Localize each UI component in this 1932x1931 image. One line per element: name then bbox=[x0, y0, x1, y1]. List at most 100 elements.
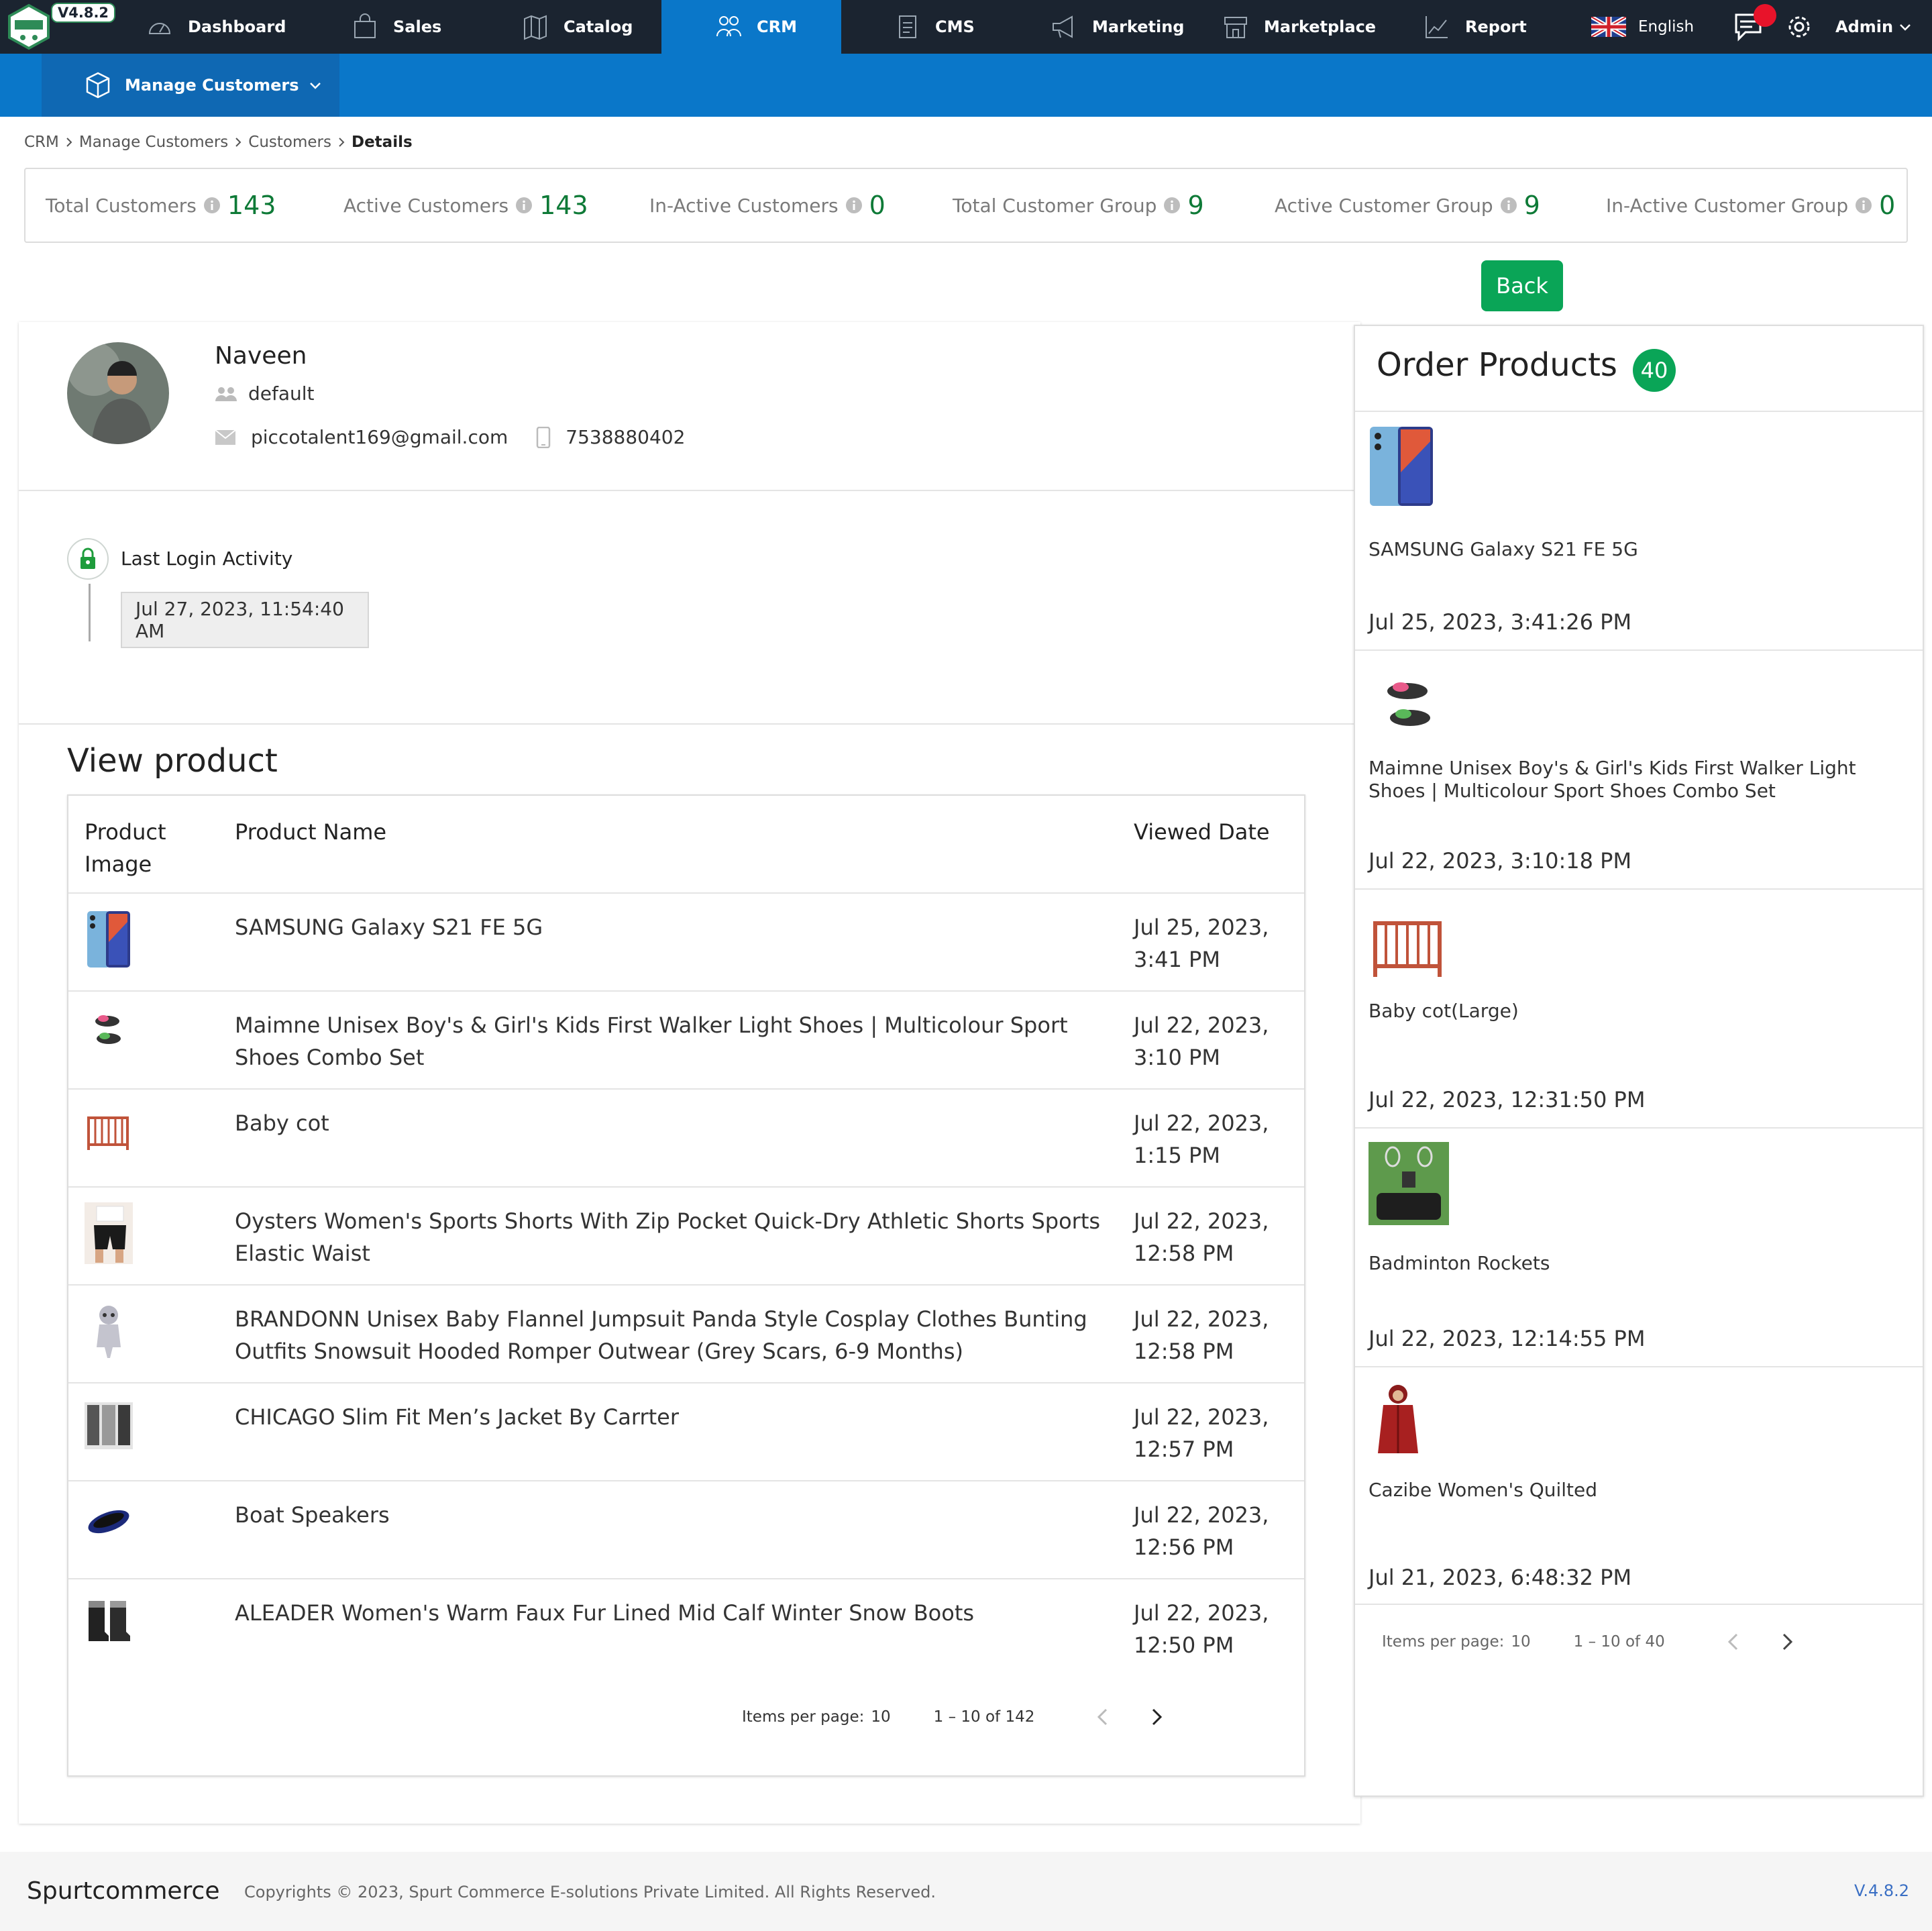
table-row[interactable]: CHICAGO Slim Fit Men’s Jacket By Carrter… bbox=[68, 1382, 1304, 1480]
info-icon[interactable] bbox=[1855, 197, 1872, 214]
lock-icon bbox=[80, 547, 95, 569]
chevron-right-icon[interactable] bbox=[1779, 1632, 1795, 1652]
stat-active-customers: Active Customers 143 bbox=[343, 169, 588, 242]
table-row[interactable]: Oysters Women's Sports Shorts With Zip P… bbox=[68, 1186, 1304, 1284]
order-product-name[interactable]: Cazibe Women's Quilted bbox=[1368, 1479, 1905, 1502]
product-name[interactable]: Boat Speakers bbox=[235, 1499, 1107, 1531]
nav-crm[interactable]: CRM bbox=[661, 0, 841, 54]
order-product-name[interactable]: Badminton Rockets bbox=[1368, 1252, 1905, 1275]
nav-report[interactable]: Report bbox=[1424, 0, 1527, 54]
breadcrumb-manage-customers[interactable]: Manage Customers bbox=[79, 134, 228, 151]
items-per-page-select[interactable]: 10 bbox=[871, 1708, 890, 1726]
order-product-name[interactable]: SAMSUNG Galaxy S21 FE 5G bbox=[1368, 538, 1905, 561]
admin-menu[interactable]: Admin bbox=[1835, 0, 1912, 54]
info-icon[interactable] bbox=[1500, 197, 1517, 214]
breadcrumb-customers[interactable]: Customers bbox=[248, 134, 331, 151]
nav-dashboard[interactable]: Dashboard bbox=[146, 0, 286, 54]
chevron-left-icon[interactable] bbox=[1095, 1707, 1111, 1727]
list-item[interactable]: Cazibe Women's Quilted Jul 21, 2023, 6:4… bbox=[1355, 1366, 1923, 1605]
order-date: Jul 22, 2023, 12:31:50 PM bbox=[1368, 1087, 1646, 1112]
product-name[interactable]: BRANDONN Unisex Baby Flannel Jumpsuit Pa… bbox=[235, 1303, 1107, 1367]
items-per-page-label: Items per page: bbox=[1382, 1633, 1505, 1651]
users-icon bbox=[716, 16, 741, 37]
box-icon bbox=[86, 72, 110, 99]
uk-flag-icon bbox=[1591, 17, 1626, 37]
order-date: Jul 22, 2023, 12:14:55 PM bbox=[1368, 1326, 1646, 1351]
nav-marketplace[interactable]: Marketplace bbox=[1222, 0, 1376, 54]
product-name[interactable]: Baby cot bbox=[235, 1107, 1107, 1139]
language-selector[interactable]: English bbox=[1591, 0, 1694, 54]
order-products-card: Order Products 40 SAMSUNG Galaxy S21 FE … bbox=[1354, 325, 1924, 1797]
nav-catalog[interactable]: Catalog bbox=[522, 0, 633, 54]
cot-thumb bbox=[1373, 921, 1442, 977]
stat-total-customers: Total Customers 143 bbox=[46, 169, 276, 242]
product-name[interactable]: ALEADER Women's Warm Faux Fur Lined Mid … bbox=[235, 1597, 1107, 1629]
product-name[interactable]: Oysters Women's Sports Shorts With Zip P… bbox=[235, 1205, 1107, 1269]
lock-badge bbox=[67, 538, 109, 580]
viewed-products-table: Product Image Product Name Viewed Date S… bbox=[67, 794, 1305, 1777]
chevron-down-icon bbox=[1900, 24, 1911, 31]
shoes-thumb bbox=[95, 1015, 121, 1044]
order-product-name[interactable]: Baby cot(Large) bbox=[1368, 1000, 1905, 1023]
nav-sales[interactable]: Sales bbox=[352, 0, 441, 54]
stat-value: 0 bbox=[1879, 191, 1896, 220]
stat-inactive-customers: In-Active Customers 0 bbox=[649, 169, 885, 242]
table-row[interactable]: ALEADER Women's Warm Faux Fur Lined Mid … bbox=[68, 1578, 1304, 1676]
shopping-bag-icon bbox=[354, 13, 376, 38]
product-name[interactable]: CHICAGO Slim Fit Men’s Jacket By Carrter bbox=[235, 1401, 1107, 1433]
stat-value: 9 bbox=[1187, 191, 1204, 220]
info-icon[interactable] bbox=[203, 197, 221, 214]
gear-icon[interactable] bbox=[1786, 13, 1813, 40]
stat-active-customer-group: Active Customer Group 9 bbox=[1275, 169, 1540, 242]
nav-cms[interactable]: CMS bbox=[894, 0, 975, 54]
nav-label: CRM bbox=[757, 17, 797, 36]
phone-thumb bbox=[87, 911, 130, 968]
list-item[interactable]: Baby cot(Large) Jul 22, 2023, 12:31:50 P… bbox=[1355, 888, 1923, 1127]
chevron-left-icon[interactable] bbox=[1725, 1632, 1741, 1652]
items-per-page-select[interactable]: 10 bbox=[1511, 1633, 1530, 1651]
avatar bbox=[67, 342, 169, 444]
stat-value: 143 bbox=[227, 191, 276, 220]
table-row[interactable]: Boat Speakers Jul 22, 2023, 12:56 PM bbox=[68, 1480, 1304, 1578]
product-name[interactable]: SAMSUNG Galaxy S21 FE 5G bbox=[235, 911, 1107, 943]
stat-label: Active Customers bbox=[343, 194, 509, 217]
table-row[interactable]: Baby cot Jul 22, 2023, 1:15 PM bbox=[68, 1088, 1304, 1186]
customer-stats-panel: Total Customers 143 Active Customers 143… bbox=[24, 168, 1908, 243]
breadcrumb-crm[interactable]: CRM bbox=[24, 134, 59, 151]
info-icon[interactable] bbox=[1163, 197, 1181, 214]
nav-label: Catalog bbox=[564, 17, 633, 36]
stat-label: Total Customer Group bbox=[953, 194, 1157, 217]
viewed-date: Jul 22, 2023, 12:56 PM bbox=[1134, 1502, 1269, 1560]
chart-line-icon bbox=[1426, 16, 1448, 38]
order-products-title: Order Products bbox=[1377, 346, 1617, 384]
list-item[interactable]: Maimne Unisex Boy's & Girl's Kids First … bbox=[1355, 649, 1923, 888]
viewed-date: Jul 22, 2023, 1:15 PM bbox=[1134, 1110, 1269, 1168]
table-row[interactable]: BRANDONN Unisex Baby Flannel Jumpsuit Pa… bbox=[68, 1284, 1304, 1382]
top-navbar: V4.8.2 Dashboard Sales Catalog CRM CMS M… bbox=[0, 0, 1932, 54]
list-item[interactable]: SAMSUNG Galaxy S21 FE 5G Jul 25, 2023, 3… bbox=[1355, 411, 1923, 649]
footer-version: V.4.8.2 bbox=[1854, 1881, 1910, 1900]
cot-thumb bbox=[87, 1116, 129, 1150]
list-item[interactable]: Badminton Rockets Jul 22, 2023, 12:14:55… bbox=[1355, 1127, 1923, 1366]
footer: Spurtcommerce Copyrights © 2023, Spurt C… bbox=[0, 1852, 1932, 1931]
info-icon[interactable] bbox=[845, 197, 863, 214]
phone-icon bbox=[537, 426, 551, 448]
chevron-right-icon[interactable] bbox=[1148, 1707, 1165, 1727]
column-header-date: Viewed Date bbox=[1134, 819, 1270, 845]
info-icon[interactable] bbox=[515, 197, 533, 214]
sub-navbar: Manage Customers bbox=[0, 54, 1932, 117]
back-button[interactable]: Back bbox=[1481, 260, 1563, 311]
order-product-name[interactable]: Maimne Unisex Boy's & Girl's Kids First … bbox=[1368, 757, 1905, 802]
spurt-logo-icon[interactable] bbox=[5, 3, 52, 51]
product-name[interactable]: Maimne Unisex Boy's & Girl's Kids First … bbox=[235, 1009, 1107, 1074]
view-product-title: View product bbox=[67, 742, 278, 780]
table-row[interactable]: SAMSUNG Galaxy S21 FE 5G Jul 25, 2023, 3… bbox=[68, 892, 1304, 990]
manage-customers-menu[interactable]: Manage Customers bbox=[42, 54, 339, 117]
chevron-right-icon bbox=[66, 138, 72, 147]
viewed-date: Jul 22, 2023, 3:10 PM bbox=[1134, 1012, 1269, 1070]
table-row[interactable]: Maimne Unisex Boy's & Girl's Kids First … bbox=[68, 990, 1304, 1088]
nav-marketing[interactable]: Marketing bbox=[1051, 0, 1184, 54]
divider bbox=[1355, 1604, 1923, 1605]
customer-phone: 7538880402 bbox=[566, 426, 686, 448]
stat-label: In-Active Customers bbox=[649, 194, 839, 217]
